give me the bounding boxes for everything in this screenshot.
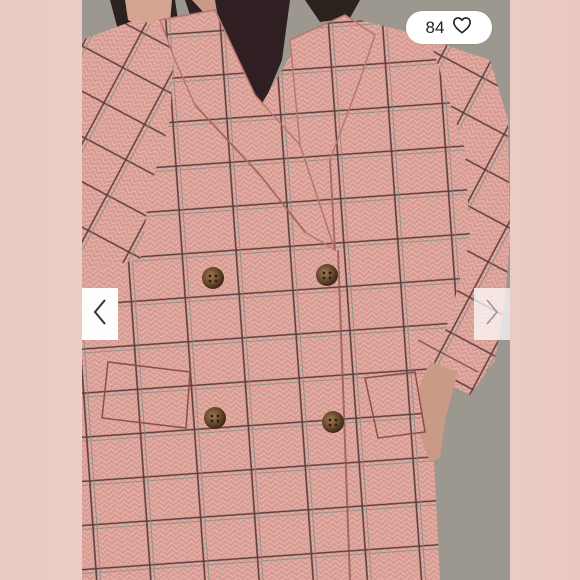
like-button[interactable]: 84 [406, 11, 492, 44]
coat-image [82, 0, 510, 580]
like-count: 84 [425, 17, 445, 37]
next-photo-button[interactable] [474, 288, 510, 340]
chevron-left-icon [92, 298, 108, 331]
chevron-right-icon [484, 298, 500, 331]
previous-photo-button[interactable] [82, 288, 118, 340]
product-photo[interactable] [82, 0, 510, 580]
heart-outline-icon [452, 16, 472, 39]
